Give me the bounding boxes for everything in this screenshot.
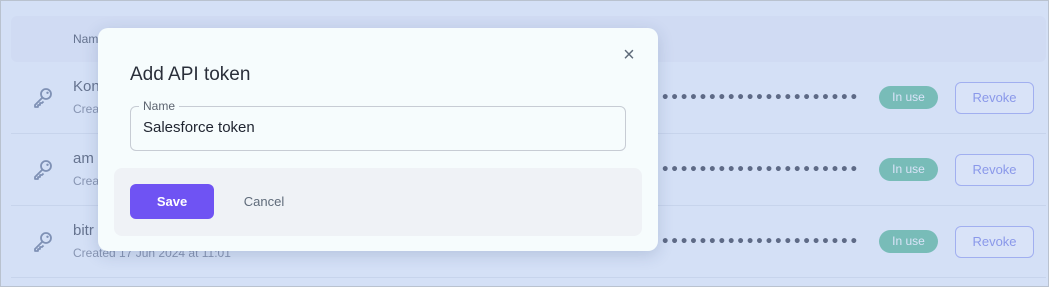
name-field: Name — [130, 99, 626, 151]
close-icon[interactable]: × — [620, 45, 638, 65]
cancel-button[interactable]: Cancel — [238, 184, 290, 219]
name-input[interactable] — [143, 119, 613, 136]
dialog-title: Add API token — [130, 64, 251, 85]
add-api-token-dialog: × Add API token Name Save Cancel — [98, 28, 658, 251]
save-button[interactable]: Save — [130, 184, 214, 219]
app-window: Name Kon Crea ••••••••••••••••••••• In u… — [0, 0, 1049, 287]
name-field-label: Name — [139, 99, 180, 113]
dialog-footer: Save Cancel — [114, 168, 642, 236]
